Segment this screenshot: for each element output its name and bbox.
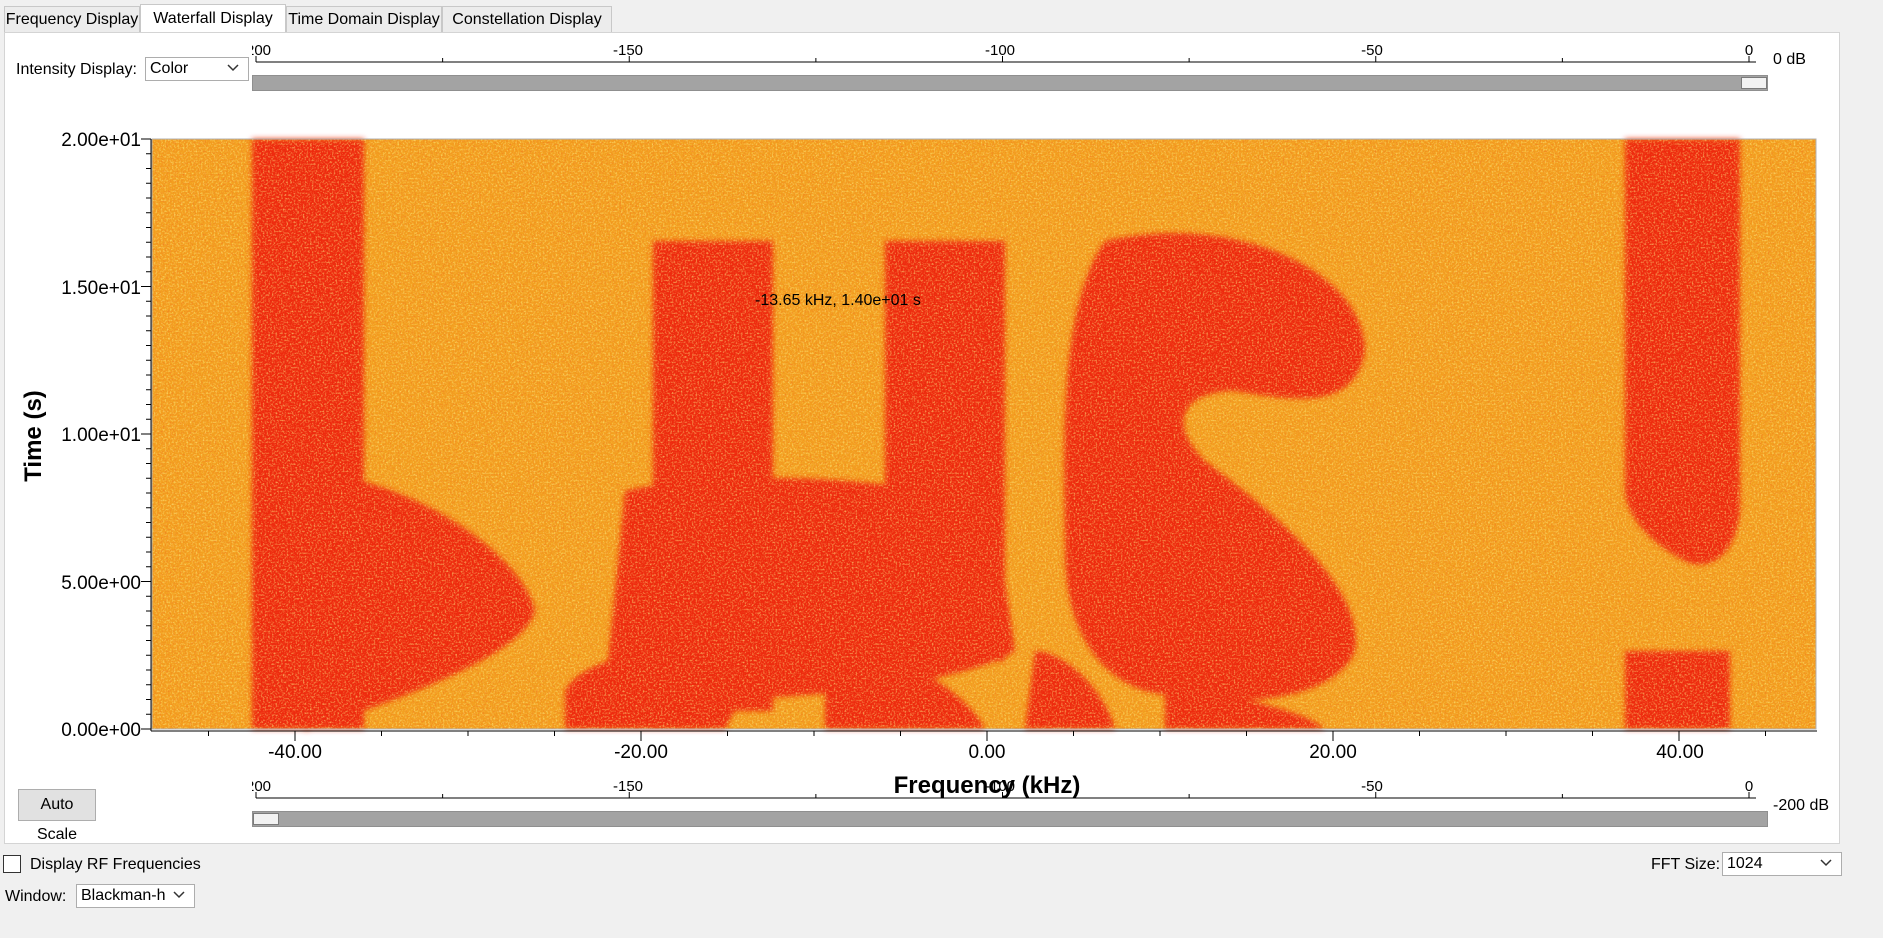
scale-tick-label: -200 [252, 42, 271, 59]
y-axis-label: Time (s) [20, 390, 47, 482]
y-tick-label: 0.00e+00 [61, 720, 141, 741]
y-tick-label: 2.00e+01 [61, 130, 141, 151]
scale-tick-label: 0 [1745, 42, 1753, 59]
x-tick-label: 0.00 [969, 742, 1006, 763]
chevron-down-icon [173, 891, 185, 899]
fft-size-select[interactable]: 1024 [1722, 852, 1842, 876]
tab-label: Time Domain Display [288, 11, 440, 28]
tab-time-domain-display[interactable]: Time Domain Display [286, 6, 442, 32]
slider-handle[interactable] [1741, 77, 1767, 89]
scale-tick-label: -150 [613, 778, 643, 795]
cursor-readout: -13.65 kHz, 1.40e+01 s [755, 292, 921, 309]
window-select[interactable]: Blackman-h [76, 884, 195, 908]
scale-tick-label: 0 [1745, 778, 1753, 795]
x-tick-label: -20.00 [614, 742, 668, 763]
scale-tick-label: -50 [1361, 42, 1383, 59]
waterfall-panel: Intensity Display: Color -200 -150 -100 … [4, 32, 1840, 844]
window-label: Window: [5, 888, 67, 905]
chevron-down-icon [1820, 859, 1832, 867]
tab-frequency-display[interactable]: Frequency Display [4, 6, 140, 32]
tab-label: Frequency Display [5, 11, 139, 28]
x-tick-label: 20.00 [1309, 742, 1357, 763]
bottom-intensity-scale: -200 -150 -100 -50 0 [252, 778, 1756, 799]
display-rf-checkbox[interactable] [3, 855, 21, 873]
top-intensity-value: 0 dB [1773, 51, 1806, 68]
scale-tick-label: -50 [1361, 778, 1383, 795]
x-tick-label: -40.00 [268, 742, 322, 763]
scale-tick-label: -100 [985, 42, 1015, 59]
intensity-display-label: Intensity Display: [16, 61, 137, 78]
scale-tick-label: -100 [985, 778, 1015, 795]
tab-waterfall-display[interactable]: Waterfall Display [140, 4, 286, 32]
top-intensity-scale: -200 -150 -100 -50 0 [252, 42, 1756, 63]
window-value: Blackman-h [81, 887, 166, 904]
fft-size-label: FFT Size: [1651, 856, 1721, 873]
fft-size-value: 1024 [1727, 855, 1763, 872]
auto-scale-button[interactable]: Auto Scale [18, 789, 96, 843]
slider-handle[interactable] [253, 813, 279, 825]
scale-tick-label: -200 [252, 778, 271, 795]
bottom-intensity-slider[interactable] [252, 811, 1768, 827]
y-tick-label: 1.50e+01 [61, 278, 141, 299]
scale-tick-label: -150 [613, 42, 643, 59]
waterfall-plot[interactable]: 2.00e+01 1.50e+01 1.00e+01 5.00e+00 0.00… [5, 91, 1841, 811]
display-rf-label: Display RF Frequencies [30, 856, 201, 873]
y-tick-label: 1.00e+01 [61, 425, 141, 446]
x-tick-label: 40.00 [1656, 742, 1704, 763]
auto-scale-label: Auto Scale [36, 796, 78, 843]
tab-constellation-display[interactable]: Constellation Display [442, 6, 612, 32]
chevron-down-icon [227, 64, 239, 72]
intensity-display-value: Color [150, 60, 189, 77]
spectrogram-area [151, 138, 1817, 731]
top-intensity-slider[interactable] [252, 75, 1768, 91]
intensity-display-select[interactable]: Color [145, 57, 249, 81]
y-tick-label: 5.00e+00 [61, 573, 141, 594]
tab-label: Constellation Display [452, 11, 602, 28]
tab-label: Waterfall Display [153, 10, 273, 27]
bottom-intensity-value: -200 dB [1773, 797, 1830, 814]
